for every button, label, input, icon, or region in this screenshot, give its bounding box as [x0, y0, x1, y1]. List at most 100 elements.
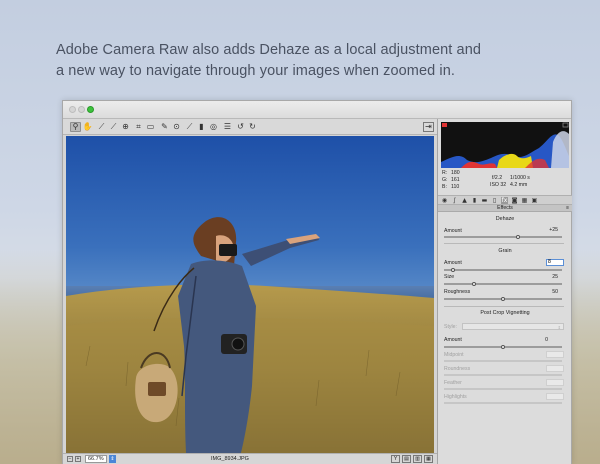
tab-tone-curve[interactable]: ∫	[451, 197, 458, 204]
zoom-dropdown-icon[interactable]: ⇕	[109, 455, 116, 463]
adjustment-brush-icon[interactable]: ⟋	[184, 122, 195, 132]
vignette-feather-value[interactable]	[546, 379, 564, 386]
zoom-icon[interactable]: ⚲	[70, 122, 81, 132]
shutter-value: 1/1000 s	[510, 175, 530, 181]
vignette-roundness-label: Roundness	[444, 366, 471, 372]
spot-removal-icon[interactable]: ✎	[159, 122, 170, 132]
status-bar: − + 66.7% ⇕ IMG_8934.JPG Y ▤ ▥ ▦	[63, 453, 437, 464]
chevron-down-icon: ⇕	[557, 325, 561, 330]
hand-icon[interactable]: ✋	[82, 122, 93, 132]
tab-split-toning[interactable]: ▬	[481, 197, 488, 204]
zoom-level-field[interactable]: 66.7%	[85, 455, 107, 463]
title-bar	[63, 101, 571, 119]
divider	[444, 306, 564, 307]
vignette-midpoint-slider[interactable]	[444, 360, 562, 362]
grain-size-slider[interactable]	[444, 283, 562, 285]
vignette-amount-label: Amount	[444, 337, 462, 343]
straighten-icon[interactable]: ▭	[145, 122, 156, 132]
white-balance-icon[interactable]: ⟋	[96, 122, 107, 132]
vignette-style-label: Style:	[444, 324, 457, 330]
divider	[444, 243, 564, 244]
tab-hsl[interactable]: ▮	[471, 197, 478, 204]
grain-size-value[interactable]: 25	[536, 274, 558, 281]
color-sampler-icon[interactable]: ⟋	[108, 122, 119, 132]
headline-line-2: a new way to navigate through your image…	[56, 63, 456, 79]
g-label: G:	[442, 177, 448, 183]
section-header: Effects ≡	[438, 205, 572, 212]
vignette-highlights-value[interactable]	[546, 393, 564, 400]
tab-effects[interactable]: fx	[501, 197, 508, 204]
zoom-out-button[interactable]: −	[67, 456, 73, 462]
grain-size-thumb[interactable]	[471, 282, 476, 286]
compare-views-icon[interactable]: ▥	[413, 455, 422, 463]
panel-menu-icon[interactable]: ≡	[566, 205, 569, 212]
tab-basic[interactable]: ◉	[441, 197, 448, 204]
zoom-in-button[interactable]: +	[75, 456, 81, 462]
graduated-filter-icon[interactable]: ▮	[196, 122, 207, 132]
photo-illustration	[66, 217, 434, 453]
zoom-window-button[interactable]	[87, 106, 94, 113]
dehaze-amount-thumb[interactable]	[515, 235, 520, 239]
vignette-highlights-label: Highlights	[444, 394, 467, 400]
grain-amount-thumb[interactable]	[451, 268, 456, 272]
minimize-window-button[interactable]	[78, 106, 85, 113]
fullscreen-icon[interactable]: ⇥	[423, 122, 434, 132]
preferences-icon[interactable]: ☰	[222, 122, 233, 132]
r-value: 180	[451, 170, 460, 176]
dehaze-amount-label: Amount	[444, 228, 462, 234]
dehaze-amount-slider[interactable]	[444, 236, 562, 238]
settings-toggle-icon[interactable]: ▦	[424, 455, 433, 463]
histogram-graph	[441, 122, 569, 168]
vignette-style-select[interactable]: ⇕	[462, 323, 564, 330]
iso-value: ISO 32	[490, 182, 507, 188]
vignette-roundness-slider[interactable]	[444, 374, 562, 376]
camera-raw-window: ⚲ ✋ ⟋ ⟋ ⊕ ⌗ ▭ ✎ ⊙ ⟋ ▮ ◎ ☰ ↺ ↻ ⇥ − + 66.7…	[62, 100, 572, 464]
rotate-ccw-icon[interactable]: ↺	[235, 122, 246, 132]
g-value: 161	[451, 177, 460, 183]
dehaze-title: Dehaze	[495, 216, 515, 222]
image-preview[interactable]	[66, 136, 434, 453]
grain-roughness-value[interactable]: 50	[536, 289, 558, 296]
aperture-value: f/2.2	[492, 175, 503, 181]
shadow-clipping-icon	[442, 123, 447, 127]
vignette-feather-slider[interactable]	[444, 388, 562, 390]
close-window-button[interactable]	[69, 106, 76, 113]
vignette-highlights-slider[interactable]	[444, 402, 562, 404]
image-info: R: 180 G: 161 B: 110 f/2.2 1/1000 s ISO …	[442, 170, 570, 194]
vignette-midpoint-label: Midpoint	[444, 352, 464, 358]
grain-amount-value[interactable]: 8	[546, 259, 564, 266]
grain-roughness-label: Roughness	[444, 289, 471, 295]
rotate-cw-icon[interactable]: ↻	[247, 122, 258, 132]
tab-snapshots[interactable]: ▣	[531, 197, 538, 204]
grain-title: Grain	[498, 248, 512, 254]
tab-lens[interactable]: ▯	[491, 197, 498, 204]
highlight-clipping-icon	[562, 122, 569, 128]
headline: Adobe Camera Raw also adds Dehaze as a l…	[56, 40, 556, 82]
vignette-amount-value[interactable]: 0	[526, 337, 548, 344]
radial-filter-icon[interactable]: ◎	[208, 122, 219, 132]
tab-detail[interactable]: ▲	[461, 197, 468, 204]
crop-icon[interactable]: ⌗	[133, 122, 144, 132]
grain-size-label: Size	[444, 274, 455, 280]
tab-presets[interactable]: ▦	[521, 197, 528, 204]
r-label: R:	[442, 170, 448, 176]
histogram	[441, 122, 569, 168]
grain-amount-slider[interactable]	[444, 269, 562, 271]
tab-camera-calibration[interactable]: ◙	[511, 197, 518, 204]
panel-tabs: ◉ ∫ ▲ ▮ ▬ ▯ fx ◙ ▦ ▣	[438, 195, 572, 205]
vignette-midpoint-value[interactable]	[546, 351, 564, 358]
adjustment-panel: R: 180 G: 161 B: 110 f/2.2 1/1000 s ISO …	[437, 119, 572, 464]
red-eye-icon[interactable]: ⊙	[171, 122, 182, 132]
b-label: B:	[442, 184, 447, 190]
filename-label: IMG_8934.JPG	[211, 456, 249, 462]
before-after-icon[interactable]: ▤	[402, 455, 411, 463]
headline-line-1: Adobe Camera Raw also adds Dehaze as a l…	[56, 42, 482, 58]
vignette-roundness-value[interactable]	[546, 365, 564, 372]
target-adjust-icon[interactable]: ⊕	[120, 122, 131, 132]
vignette-amount-thumb[interactable]	[501, 345, 505, 349]
grain-roughness-thumb[interactable]	[501, 297, 505, 301]
dehaze-amount-value[interactable]: +25	[536, 227, 558, 234]
focal-length-value: 4.2 mm	[510, 182, 528, 188]
filmstrip-toggle-icon[interactable]: Y	[391, 455, 400, 463]
vignette-title: Post Crop Vignetting	[480, 310, 530, 316]
